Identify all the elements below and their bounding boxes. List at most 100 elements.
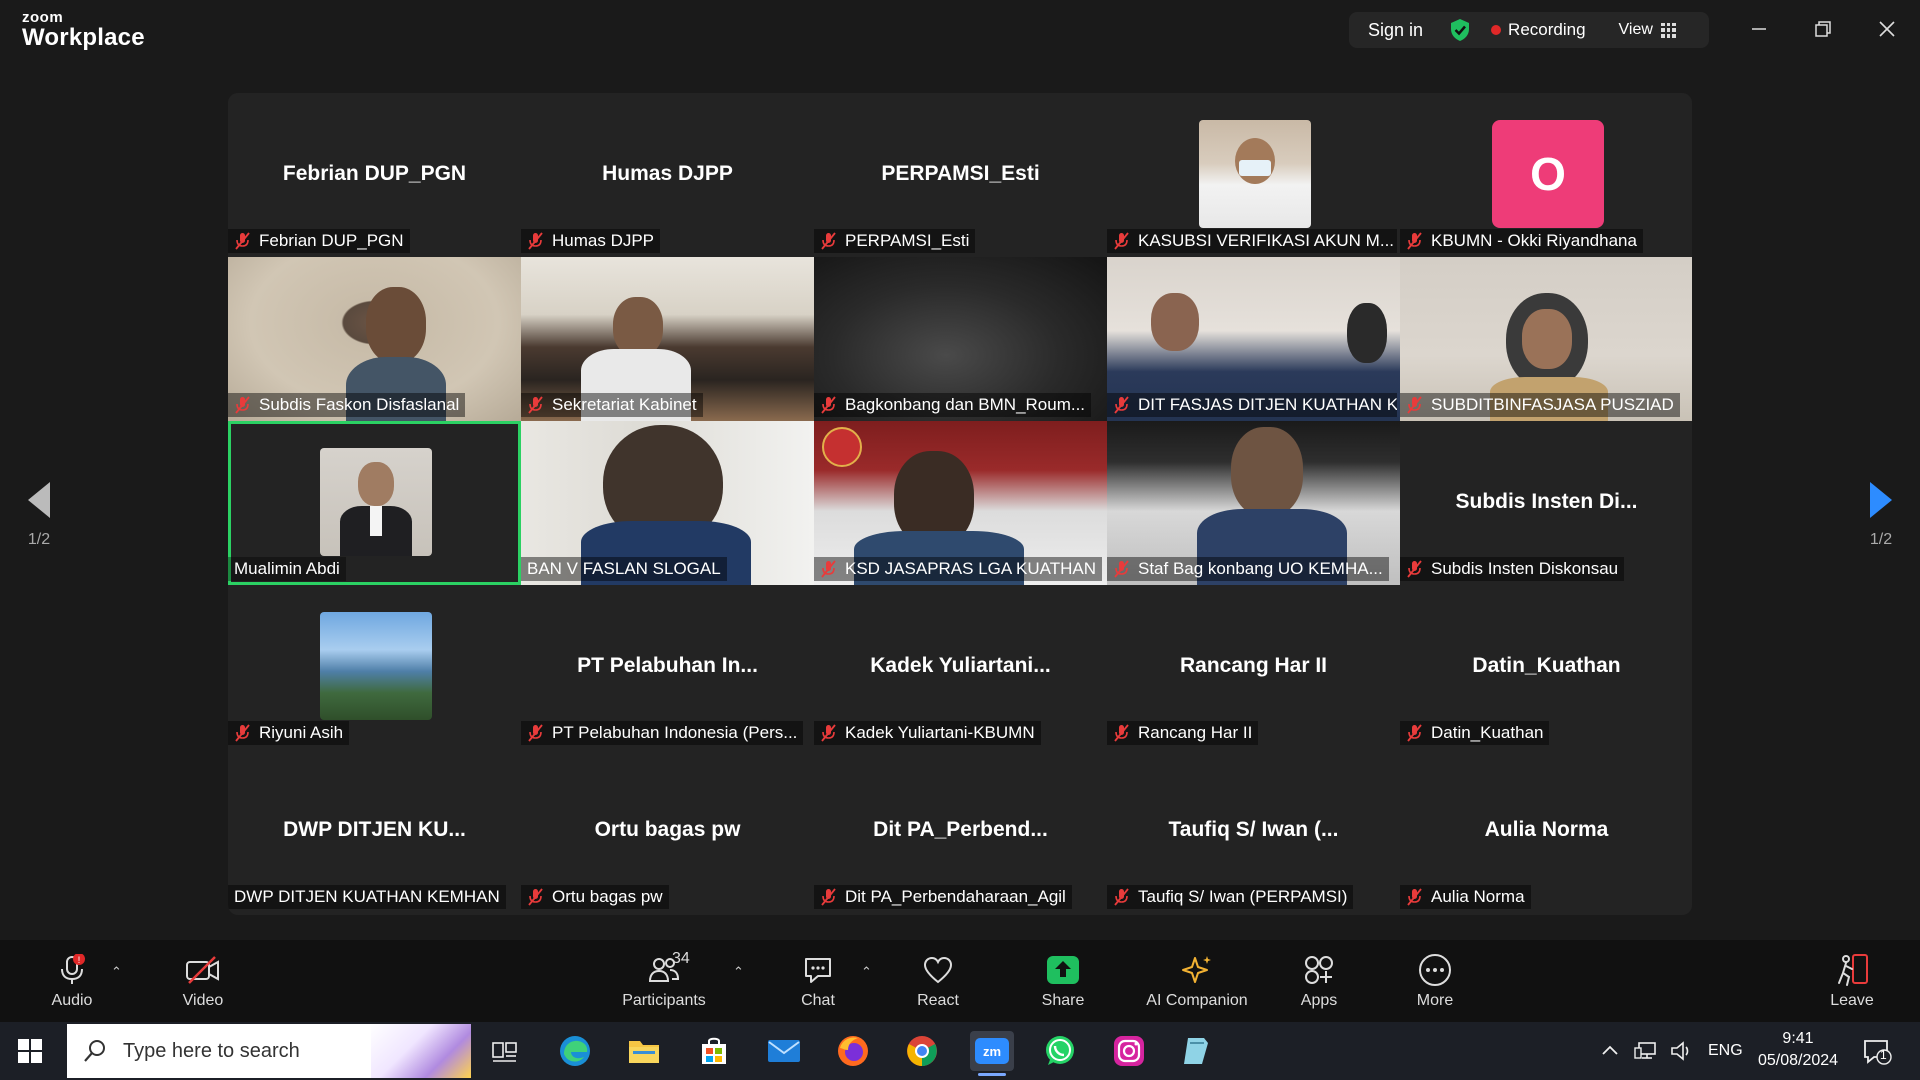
svg-text:zm: zm bbox=[983, 1044, 1001, 1059]
participant-video-tile[interactable]: DIT FASJAS DITJEN KUATHAN KE... bbox=[1107, 257, 1400, 421]
chevron-up-icon[interactable] bbox=[1600, 1041, 1620, 1061]
close-button[interactable] bbox=[1872, 14, 1902, 44]
video-label: Video bbox=[182, 992, 224, 1009]
sign-in-link[interactable]: Sign in bbox=[1368, 20, 1423, 41]
audio-options-chevron-up-icon[interactable]: ⌃ bbox=[111, 964, 122, 980]
arrow-left-icon bbox=[28, 482, 50, 518]
participant-video-tile[interactable]: Subdis Faskon Disfaslanal bbox=[228, 257, 521, 421]
system-clock[interactable]: 9:41 05/08/2024 bbox=[1748, 1028, 1848, 1072]
participant-tile-active-speaker[interactable]: Mualimin Abdi bbox=[228, 421, 521, 585]
recording-dot-icon bbox=[1491, 25, 1502, 35]
participant-display-name: Ortu bagas pw bbox=[594, 818, 741, 841]
participant-tile[interactable]: Datin_Kuathan Datin_Kuathan bbox=[1400, 585, 1692, 749]
participant-video-tile[interactable]: BAN V FASLAN SLOGAL bbox=[521, 421, 814, 585]
language-indicator[interactable]: ENG bbox=[1708, 1042, 1743, 1060]
participant-name: Taufiq S/ Iwan (PERPAMSI) bbox=[1138, 887, 1348, 906]
notification-count: 1 bbox=[1880, 1048, 1887, 1062]
windows-start-icon[interactable] bbox=[18, 1039, 42, 1063]
muted-mic-icon bbox=[821, 888, 836, 906]
chrome-icon[interactable] bbox=[902, 1031, 942, 1071]
file-explorer-icon[interactable] bbox=[624, 1031, 664, 1071]
react-label: React bbox=[917, 992, 959, 1009]
volume-icon[interactable] bbox=[1670, 1040, 1694, 1062]
restore-button[interactable] bbox=[1808, 14, 1838, 44]
participant-name: Febrian DUP_PGN bbox=[259, 231, 404, 250]
video-button[interactable]: Video bbox=[178, 940, 228, 1022]
profile-photo bbox=[320, 448, 432, 556]
participant-tile[interactable]: Rancang Har II Rancang Har II bbox=[1107, 585, 1400, 749]
notes-app-icon[interactable] bbox=[1176, 1031, 1216, 1071]
apps-label: Apps bbox=[1300, 992, 1338, 1009]
minimize-button[interactable] bbox=[1744, 14, 1774, 44]
view-button[interactable]: View bbox=[1619, 21, 1653, 39]
edge-browser-icon[interactable] bbox=[555, 1031, 595, 1071]
participant-tile[interactable]: Humas DJPP Humas DJPP bbox=[521, 93, 814, 257]
participant-name-label: DWP DITJEN KUATHAN KEMHAN bbox=[228, 885, 506, 909]
participants-button[interactable]: 34 Participants bbox=[618, 940, 710, 1022]
participant-name-label: KASUBSI VERIFIKASI AKUN M... bbox=[1107, 229, 1397, 253]
taskbar-search-box[interactable]: Type here to search bbox=[67, 1024, 471, 1078]
participant-name: Mualimin Abdi bbox=[234, 559, 340, 578]
muted-mic-icon bbox=[235, 396, 250, 414]
whatsapp-icon[interactable] bbox=[1040, 1031, 1080, 1071]
react-button[interactable]: React bbox=[912, 940, 964, 1022]
network-icon[interactable] bbox=[1634, 1040, 1658, 1062]
restore-icon bbox=[1815, 21, 1831, 37]
svg-text:!: ! bbox=[78, 955, 81, 965]
chat-label: Chat bbox=[801, 992, 835, 1009]
participant-name: Staf Bag konbang UO KEMHA... bbox=[1138, 559, 1383, 578]
page-indicator-right: 1/2 bbox=[1869, 531, 1893, 548]
participant-display-name: Rancang Har II bbox=[1179, 654, 1328, 677]
share-button[interactable]: Share bbox=[1036, 940, 1090, 1022]
mail-icon[interactable] bbox=[764, 1031, 804, 1071]
participant-video-tile[interactable]: Staf Bag konbang UO KEMHA... bbox=[1107, 421, 1400, 585]
previous-page-control[interactable]: 1/2 bbox=[24, 480, 54, 549]
participant-tile[interactable]: DWP DITJEN KU... DWP DITJEN KUATHAN KEMH… bbox=[228, 749, 521, 913]
participant-tile[interactable]: Aulia Norma Aulia Norma bbox=[1400, 749, 1692, 913]
audio-button[interactable]: ! Audio bbox=[46, 940, 98, 1022]
participant-tile[interactable]: Subdis Insten Di... Subdis Insten Diskon… bbox=[1400, 421, 1692, 585]
next-page-control[interactable]: 1/2 bbox=[1866, 480, 1896, 549]
more-button[interactable]: More bbox=[1412, 940, 1458, 1022]
zoom-taskbar-icon[interactable]: zm bbox=[970, 1031, 1014, 1076]
recording-indicator[interactable]: Recording bbox=[1508, 20, 1586, 40]
participant-tile[interactable]: O KBUMN - Okki Riyandhana bbox=[1400, 93, 1692, 257]
participant-tile[interactable]: Taufiq S/ Iwan (... Taufiq S/ Iwan (PERP… bbox=[1107, 749, 1400, 913]
participant-name: KBUMN - Okki Riyandhana bbox=[1431, 231, 1637, 250]
participant-tile[interactable]: PERPAMSI_Esti PERPAMSI_Esti bbox=[814, 93, 1107, 257]
microsoft-store-icon[interactable] bbox=[694, 1031, 734, 1071]
participant-tile[interactable]: Febrian DUP_PGN Febrian DUP_PGN bbox=[228, 93, 521, 257]
participants-options-chevron-up-icon[interactable]: ⌃ bbox=[733, 964, 744, 980]
participant-tile[interactable]: Kadek Yuliartani... Kadek Yuliartani-KBU… bbox=[814, 585, 1107, 749]
ai-companion-button[interactable]: AI Companion bbox=[1140, 940, 1254, 1022]
search-icon bbox=[84, 1040, 105, 1062]
participant-video-tile[interactable]: SUBDITBINFASJASA PUSZIAD bbox=[1400, 257, 1692, 421]
grid-icon[interactable] bbox=[1660, 22, 1676, 38]
participant-tile[interactable]: Ortu bagas pw Ortu bagas pw bbox=[521, 749, 814, 913]
participant-video-tile[interactable]: KSD JASAPRAS LGA KUATHAN bbox=[814, 421, 1107, 585]
document-icon bbox=[1184, 1038, 1208, 1064]
firefox-icon[interactable] bbox=[833, 1031, 873, 1071]
notification-center-button[interactable]: 1 bbox=[1862, 1038, 1892, 1071]
participant-display-name: Taufiq S/ Iwan (... bbox=[1168, 818, 1339, 841]
participant-tile[interactable]: KASUBSI VERIFIKASI AKUN M... bbox=[1107, 93, 1400, 257]
muted-mic-icon bbox=[1407, 724, 1422, 742]
participant-video-tile[interactable]: Sekretariat Kabinet bbox=[521, 257, 814, 421]
chat-options-chevron-up-icon[interactable]: ⌃ bbox=[861, 964, 872, 980]
participant-name-label: Datin_Kuathan bbox=[1400, 721, 1550, 745]
participant-name-label: Humas DJPP bbox=[521, 229, 661, 253]
leave-button[interactable]: Leave bbox=[1828, 940, 1876, 1022]
participant-tile[interactable]: Riyuni Asih bbox=[228, 585, 521, 749]
instagram-icon[interactable] bbox=[1109, 1031, 1149, 1071]
ai-companion-label: AI Companion bbox=[1146, 992, 1248, 1009]
chat-button[interactable]: Chat bbox=[796, 940, 840, 1022]
participant-display-name: Dit PA_Perbend... bbox=[873, 818, 1048, 841]
task-view-icon[interactable] bbox=[485, 1031, 525, 1071]
apps-button[interactable]: Apps bbox=[1298, 940, 1340, 1022]
participant-video-tile[interactable]: Bagkonbang dan BMN_Roum... bbox=[814, 257, 1107, 421]
participant-tile[interactable]: Dit PA_Perbend... Dit PA_Perbendaharaan_… bbox=[814, 749, 1107, 913]
shield-check-icon[interactable] bbox=[1449, 18, 1471, 42]
participant-name-label: Mualimin Abdi bbox=[228, 557, 346, 581]
profile-photo bbox=[320, 612, 432, 720]
participant-tile[interactable]: PT Pelabuhan In... PT Pelabuhan Indonesi… bbox=[521, 585, 814, 749]
